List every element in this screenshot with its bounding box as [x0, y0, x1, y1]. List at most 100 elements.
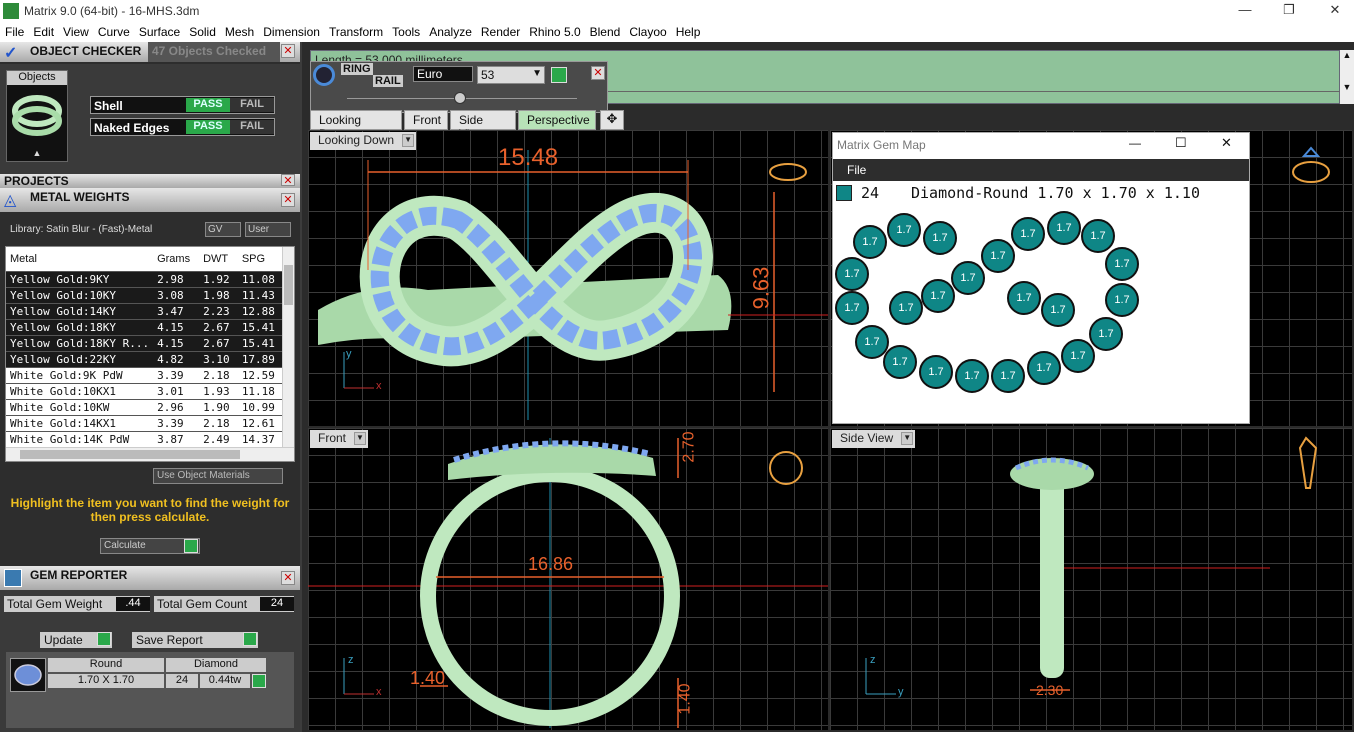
table-vertical-scrollbar[interactable] [282, 247, 294, 447]
table-row[interactable]: Yellow Gold:22KY 4.82 3.10 17.89 [6, 351, 284, 368]
viewport-looking-down[interactable]: Looking Down ▼ 15.48 9.63 y x [308, 130, 828, 426]
viewport-front[interactable]: Front ▼ 2.70 16.86 1.40 1.40 z x [308, 428, 828, 730]
table-row[interactable]: White Gold:14KX1 3.39 2.18 12.61 [6, 415, 284, 432]
gem-marker[interactable]: 1.7 [951, 261, 985, 295]
table-row[interactable]: Yellow Gold:18KY 4.15 2.67 15.41 [6, 319, 284, 336]
naked-edges-fail-badge: FAIL [230, 120, 274, 134]
minimize-button[interactable]: — [1230, 2, 1260, 20]
menu-tools[interactable]: Tools [387, 22, 424, 39]
gem-marker[interactable]: 1.7 [1027, 351, 1061, 385]
column-header-grams[interactable]: Grams [153, 247, 200, 272]
ring-rail-close-icon[interactable]: ✕ [591, 66, 605, 80]
column-header-dwt[interactable]: DWT [199, 247, 238, 272]
gem-marker[interactable]: 1.7 [889, 291, 923, 325]
maximize-button[interactable]: ❐ [1274, 2, 1304, 20]
close-button[interactable]: ✕ [1320, 2, 1350, 20]
objects-preview[interactable]: Objects ▲ [6, 70, 68, 162]
gem-map-menu-file[interactable]: File [847, 163, 866, 177]
menu-edit[interactable]: Edit [28, 22, 58, 39]
round-gem-icon[interactable] [10, 658, 46, 692]
gem-marker[interactable]: 1.7 [981, 239, 1015, 273]
menu-mesh[interactable]: Mesh [220, 22, 258, 39]
gem-marker[interactable]: 1.7 [1061, 339, 1095, 373]
viewport-side[interactable]: Side View ▼ 2.30 z y [830, 428, 1352, 730]
chevron-up-icon[interactable]: ▲ [1340, 50, 1354, 60]
gem-reporter-close-icon[interactable]: ✕ [281, 571, 295, 585]
menu-surface[interactable]: Surface [134, 22, 184, 39]
gem-marker[interactable]: 1.7 [1047, 211, 1081, 245]
tab-perspective[interactable]: Perspective [518, 110, 596, 130]
gem-marker[interactable]: 1.7 [1105, 283, 1139, 317]
ring-rail-slider-thumb[interactable] [454, 92, 466, 104]
table-row[interactable]: White Gold:14K PdW 3.87 2.49 14.37 [6, 431, 284, 448]
scrollbar-thumb[interactable] [20, 450, 240, 459]
gem-marker[interactable]: 1.7 [1011, 217, 1045, 251]
ring-size-select[interactable]: 53 ▼ [477, 66, 545, 84]
table-row[interactable]: White Gold:10KX1 3.01 1.93 11.18 [6, 383, 284, 400]
menu-dimension[interactable]: Dimension [258, 22, 324, 39]
gem-marker[interactable]: 1.7 [921, 279, 955, 313]
scrollbar-thumb[interactable] [284, 265, 293, 305]
gem-marker[interactable]: 1.7 [853, 225, 887, 259]
gem-marker[interactable]: 1.7 [883, 345, 917, 379]
gem-marker[interactable]: 1.7 [835, 257, 869, 291]
table-row[interactable]: Yellow Gold:10KY 3.08 1.98 11.43 [6, 287, 284, 304]
menu-render[interactable]: Render [476, 22, 524, 39]
gem-map-close-icon[interactable]: ✕ [1221, 135, 1232, 151]
tab-looking-down[interactable]: Looking Down [310, 110, 402, 141]
menu-solid[interactable]: Solid [184, 22, 220, 39]
gem-marker[interactable]: 1.7 [1041, 293, 1075, 327]
menu-analyze[interactable]: Analyze [424, 22, 476, 39]
ring-standard-field[interactable]: Euro [413, 66, 473, 82]
menu-transform[interactable]: Transform [324, 22, 387, 39]
chevron-up-icon[interactable]: ▲ [7, 148, 67, 158]
gv-toggle[interactable]: GV [205, 222, 241, 237]
table-row[interactable]: Yellow Gold:14KY 3.47 2.23 12.88 [6, 303, 284, 320]
metal-weights-table[interactable]: Metal Grams DWT SPG Yellow Gold:9KY 2.98 1… [5, 246, 295, 462]
projects-header[interactable]: PROJECTS ✕ [0, 174, 300, 188]
tab-front[interactable]: Front [404, 110, 448, 130]
table-horizontal-scrollbar[interactable] [6, 447, 294, 461]
gem-marker[interactable]: 1.7 [923, 221, 957, 255]
command-scrollbar[interactable]: ▲ ▼ [1340, 50, 1354, 104]
gem-marker[interactable]: 1.7 [1081, 219, 1115, 253]
use-object-materials-toggle[interactable]: Use Object Materials [153, 468, 283, 484]
gem-map-minimize-icon[interactable]: — [1129, 136, 1141, 150]
calculate-button[interactable]: Calculate [100, 538, 200, 554]
table-row[interactable]: Yellow Gold:9KY 2.98 1.92 11.08 [6, 271, 284, 288]
gem-marker[interactable]: 1.7 [991, 359, 1025, 393]
projects-close-icon[interactable]: ✕ [281, 174, 295, 187]
gem-marker[interactable]: 1.7 [1007, 281, 1041, 315]
menu-help[interactable]: Help [671, 22, 705, 39]
gem-size: 1.70 X 1.70 [48, 674, 164, 688]
update-button[interactable]: Update [40, 632, 112, 648]
menu-file[interactable]: File [0, 22, 28, 39]
menu-blend[interactable]: Blend [585, 22, 625, 39]
menu-clayoo[interactable]: Clayoo [624, 22, 670, 39]
chevron-down-icon[interactable]: ▼ [1340, 82, 1354, 92]
gem-marker[interactable]: 1.7 [1105, 247, 1139, 281]
metal-weights-close-icon[interactable]: ✕ [281, 193, 295, 207]
gem-map-maximize-icon[interactable]: ☐ [1175, 135, 1187, 151]
window-title: Matrix 9.0 (64-bit) - 16-MHS.3dm [24, 4, 200, 18]
table-row[interactable]: White Gold:10KW 2.96 1.90 10.99 [6, 399, 284, 416]
gem-marker[interactable]: 1.7 [955, 359, 989, 393]
menu-view[interactable]: View [58, 22, 93, 39]
object-checker-close-icon[interactable]: ✕ [281, 44, 295, 58]
table-row[interactable]: Yellow Gold:18KY R... 4.15 2.67 15.41 [6, 335, 284, 352]
apply-ring-size-button[interactable] [551, 67, 567, 83]
menu-curve[interactable]: Curve [93, 22, 134, 39]
tab-side-view[interactable]: Side View [450, 110, 516, 141]
gem-marker[interactable]: 1.7 [919, 355, 953, 389]
gem-marker[interactable]: 1.7 [1089, 317, 1123, 351]
menu-rhino[interactable]: Rhino 5.0 [524, 22, 584, 39]
user-toggle[interactable]: User [245, 222, 291, 237]
add-tab-icon[interactable]: ✥ [600, 110, 624, 130]
save-report-button[interactable]: Save Report [132, 632, 258, 648]
table-row[interactable]: White Gold:9K PdW 3.39 2.18 12.59 [6, 367, 284, 384]
gem-marker[interactable]: 1.7 [835, 291, 869, 325]
column-header-spg[interactable]: SPG [237, 247, 284, 272]
play-icon[interactable] [252, 674, 266, 688]
gem-marker[interactable]: 1.7 [887, 213, 921, 247]
column-header-metal[interactable]: Metal [6, 247, 154, 272]
